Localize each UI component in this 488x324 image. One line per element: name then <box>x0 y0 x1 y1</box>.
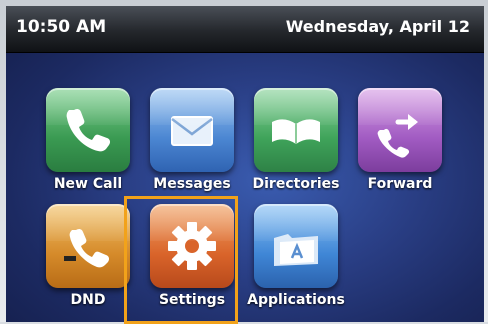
forward-app[interactable]: Forward <box>348 88 452 200</box>
phone-icon <box>66 108 111 152</box>
forward-tile[interactable] <box>358 88 442 172</box>
applications-label: Applications <box>247 292 345 308</box>
envelope-icon <box>171 116 213 146</box>
do-not-disturb-icon <box>64 228 110 268</box>
new-call-tile[interactable] <box>46 88 130 172</box>
dnd-tile[interactable] <box>46 204 130 288</box>
applications-app[interactable]: Applications <box>244 204 348 316</box>
applications-tile[interactable] <box>254 204 338 288</box>
directories-tile[interactable] <box>254 88 338 172</box>
date-display: Wednesday, April 12 <box>285 17 470 36</box>
directories-label: Directories <box>252 176 340 192</box>
forward-call-icon <box>377 114 418 158</box>
messages-tile[interactable] <box>150 88 234 172</box>
open-book-icon <box>272 119 320 144</box>
phone-screen: 10:50 AM Wednesday, April 12 New Call Me… <box>6 6 484 322</box>
directories-app[interactable]: Directories <box>244 88 348 200</box>
applications-folder-icon <box>274 234 318 266</box>
new-call-app[interactable]: New Call <box>36 88 140 200</box>
new-call-label: New Call <box>53 176 123 192</box>
messages-label: Messages <box>153 176 231 192</box>
clock-time: 10:50 AM <box>16 17 107 37</box>
selection-highlight <box>124 196 238 324</box>
messages-app[interactable]: Messages <box>140 88 244 200</box>
forward-label: Forward <box>367 176 433 192</box>
status-bar: 10:50 AM Wednesday, April 12 <box>6 6 484 53</box>
